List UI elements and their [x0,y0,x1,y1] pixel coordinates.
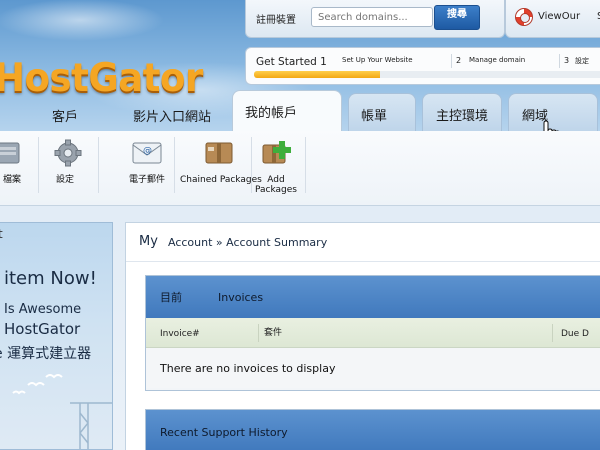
folder-icon [0,142,20,164]
package-icon [205,142,233,164]
toolbar-email[interactable]: @ 電子郵件 [122,139,172,185]
add-package-icon [262,141,291,164]
chat-label[interactable]: ViewOur [538,11,580,22]
promo-line-1: Is Awesome [4,302,82,317]
column-package[interactable]: 套件 [264,325,282,338]
toolbar-add-packages[interactable]: Add Packages [254,139,298,195]
svg-text:@: @ [143,146,152,156]
toolbar-divider [305,137,306,193]
get-started-title: Get Started 1 [256,56,327,68]
step-2-number: 2 [456,56,462,65]
invoices-empty-row: There are no invoices to display [146,348,600,388]
step-2-label[interactable]: Manage domain [469,56,525,64]
toolbar-divider [251,137,252,193]
invoices-panel-title: 目前 [160,291,182,304]
nav-customers[interactable]: 客戶 [52,106,78,125]
toolbar-settings[interactable]: 設定 [48,139,88,185]
search-button[interactable]: 搜尋 [434,5,480,30]
promo-line-3: e 運算式建立器 [0,346,92,362]
step-3-label[interactable]: 設定 [575,56,589,66]
breadcrumb-my: My [139,234,158,249]
tab-invoices[interactable]: Invoices [218,291,263,304]
tab-my-account[interactable]: 我的帳戶 [232,90,342,134]
support-history-header: Recent Support History [146,410,600,450]
lifering-icon [515,8,533,26]
live-chat-box[interactable]: ViewOur S [505,0,600,38]
account-toolbar: 檔案 設定 @ 電子郵件 Chained Packages Add Packag… [0,131,600,206]
column-due-date[interactable]: Due D [561,329,589,339]
email-icon: @ [132,142,162,164]
breadcrumb[interactable]: Account » Account Summary [168,236,327,249]
toolbar-chained-packages-label: Chained Packages [180,175,262,185]
setup-progress-bar [254,71,600,78]
support-history-panel: Recent Support History [145,409,600,450]
domain-search-bar: 註冊裝置 搜尋 [245,0,505,38]
promo-mark: t [0,227,3,241]
promo-line-2: HostGator [4,320,81,338]
step-divider [559,54,560,68]
toolbar-email-label: 電子郵件 [128,175,165,185]
column-divider [552,324,553,342]
invoices-panel-header: 目前 Invoices [146,276,600,318]
promo-headline: item Now! [4,268,97,289]
search-domains-input[interactable] [311,7,433,27]
toolbar-divider [98,137,99,193]
breadcrumb-divider [126,261,600,262]
column-invoice-number[interactable]: Invoice# [160,329,200,339]
column-divider [258,324,259,342]
tab-control-panel[interactable]: 主控環境 [422,93,502,131]
gear-icon [54,139,82,167]
step-divider [451,54,452,68]
toolbar-add-packages-label: Add Packages [255,175,297,195]
toolbar-files[interactable]: 檔案 [0,139,32,185]
nav-video-portal[interactable]: 影片入口網站 [133,106,211,125]
hostgator-logo[interactable]: HostGator [0,56,203,101]
toolbar-settings-label: 設定 [55,175,74,185]
crane-illustration [70,402,112,449]
register-device-label: 註冊裝置 [256,15,296,26]
promo-banner[interactable]: t item Now! Is Awesome HostGator e 運算式建立… [0,222,113,450]
toolbar-divider [174,137,175,193]
step-3-number: 3 [564,56,570,65]
account-summary-content: My Account » Account Summary 目前 Invoices… [125,222,600,450]
toolbar-divider [38,137,39,193]
setup-progress-fill [254,71,380,78]
support-history-title: Recent Support History [160,426,288,439]
step-1-label[interactable]: Set Up Your Website [342,56,413,64]
toolbar-files-label: 檔案 [2,175,21,185]
get-started-panel: Get Started 1 Set Up Your Website 2 Mana… [245,47,600,85]
invoices-panel: 目前 Invoices Invoice# 套件 Due D There are … [145,275,600,391]
toolbar-chained-packages[interactable]: Chained Packages [180,139,262,185]
invoices-empty-message: There are no invoices to display [160,362,336,375]
invoices-table-header: Invoice# 套件 Due D [146,318,600,348]
tab-billing[interactable]: 帳單 [348,93,416,131]
